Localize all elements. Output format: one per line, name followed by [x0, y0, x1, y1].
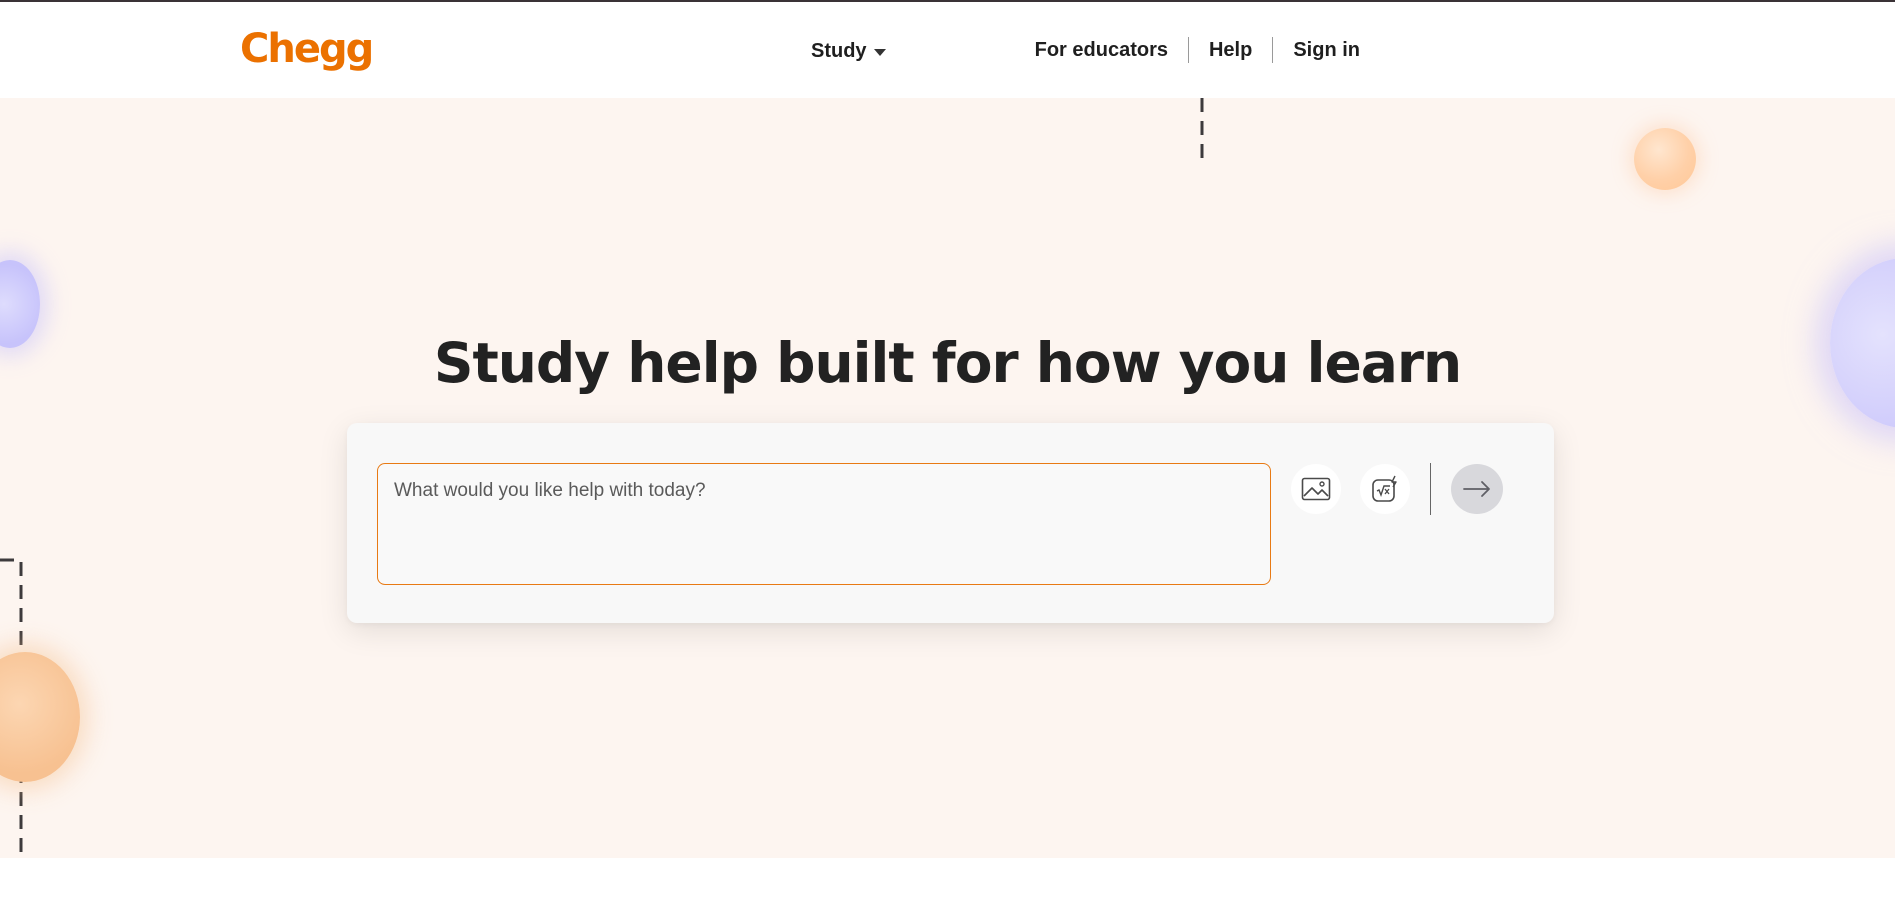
dashed-line-decoration-left [0, 558, 23, 858]
math-input-button[interactable] [1360, 464, 1410, 514]
math-sqrt-icon [1372, 475, 1397, 502]
caret-down-icon [873, 49, 886, 56]
page-bottom-area [0, 858, 1895, 910]
search-card [347, 423, 1554, 623]
study-menu-label: Study [811, 40, 867, 62]
hero-headline: Study help built for how you learn [433, 331, 1462, 395]
header-nav: For educators Help Sign in [1015, 36, 1360, 64]
submit-question-button[interactable] [1451, 464, 1503, 514]
for-educators-link[interactable]: For educators [1015, 39, 1188, 62]
chegg-logo[interactable]: Chegg [240, 26, 374, 72]
peach-circle-decoration [1634, 128, 1696, 190]
site-header: Chegg Study For educators Help Sign in [0, 2, 1895, 98]
image-icon [1301, 477, 1331, 501]
sign-in-link[interactable]: Sign in [1273, 39, 1360, 62]
study-menu-button[interactable]: Study [811, 40, 886, 63]
help-link[interactable]: Help [1189, 39, 1272, 62]
hero-section: Study help built for how you learn [0, 98, 1895, 858]
search-actions-divider [1430, 463, 1431, 515]
page: Chegg Study For educators Help Sign in S… [0, 0, 1895, 910]
image-upload-button[interactable] [1291, 464, 1341, 514]
dashed-line-decoration-top [1200, 98, 1204, 158]
peach-circle-decoration-left [0, 652, 80, 782]
question-input[interactable] [377, 463, 1271, 585]
arrow-right-icon [1463, 481, 1490, 497]
